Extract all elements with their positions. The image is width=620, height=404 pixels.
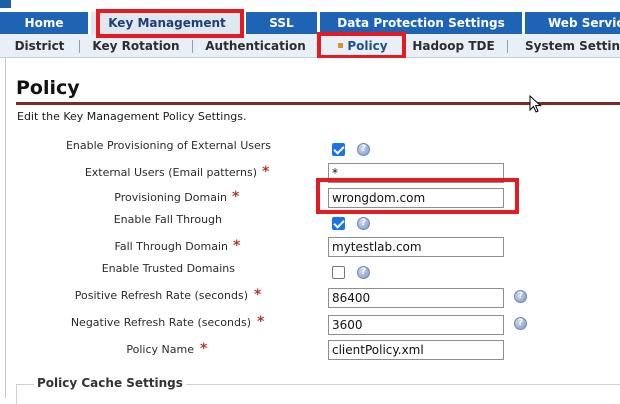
subtab-hadoop-tde[interactable]: Hadoop TDE [406,34,501,58]
content-panel [5,58,620,398]
external-users-input[interactable] [328,163,504,183]
help-icon[interactable]: ? [357,143,370,156]
tab-data-protection-settings[interactable]: Data Protection Settings [320,12,522,34]
enable-trusted-domains-label: Enable Trusted Domains [101,262,235,275]
help-icon[interactable]: ? [357,217,370,230]
fall-through-domain-input[interactable] [328,237,504,257]
tab-key-management[interactable]: Key Management [91,12,243,34]
required-marker: * [232,189,240,205]
enable-trusted-domains-checkbox[interactable] [332,266,345,279]
subtab-separator [507,40,508,53]
negative-refresh-input[interactable] [328,315,504,335]
subtab-authentication[interactable]: Authentication [193,34,318,58]
help-icon[interactable]: ? [514,317,527,330]
enable-provisioning-checkbox[interactable] [332,143,345,156]
mouse-cursor-icon [529,95,542,113]
required-marker: * [257,314,265,330]
help-icon[interactable]: ? [357,266,370,279]
required-marker: * [200,341,208,357]
policy-name-label: Policy Name [126,343,194,356]
external-users-label: External Users (Email patterns) [84,166,257,179]
subtab-system-settings[interactable]: System Settings [515,34,620,58]
tab-ssl[interactable]: SSL [246,12,317,34]
provisioning-domain-label: Provisioning Domain [114,191,227,204]
provisioning-domain-input[interactable] [328,188,504,208]
subtab-policy[interactable]: Policy [325,34,401,58]
required-marker: * [254,287,262,303]
positive-refresh-input[interactable] [328,288,504,308]
active-bullet-icon [338,43,344,48]
positive-refresh-label: Positive Refresh Rate (seconds) [74,289,248,302]
subtab-district[interactable]: District [0,34,79,58]
policy-name-input[interactable] [328,340,504,360]
page-description: Edit the Key Management Policy Settings. [17,110,247,123]
help-icon[interactable]: ? [514,290,527,303]
enable-fall-through-label: Enable Fall Through [113,213,222,226]
enable-provisioning-label: Enable Provisioning of External Users [65,139,271,152]
required-marker: * [233,238,241,254]
required-marker: * [262,164,270,180]
policy-cache-section-title: Policy Cache Settings [34,376,186,390]
main-nav: Home Key Management SSL Data Protection … [0,12,620,34]
subtab-policy-label: Policy [347,39,388,53]
fall-through-domain-label: Fall Through Domain [114,240,228,253]
brand-logo-mark [0,0,11,8]
page-title: Policy [16,77,80,99]
negative-refresh-label: Negative Refresh Rate (seconds) [70,316,251,329]
enable-fall-through-checkbox[interactable] [332,217,345,230]
tab-web-services[interactable]: Web Services [525,12,620,34]
subtab-key-rotation[interactable]: Key Rotation [80,34,192,58]
sub-nav: District Key Rotation Authentication Pol… [0,34,620,58]
brand-strip [0,0,620,12]
tab-home[interactable]: Home [0,12,88,34]
